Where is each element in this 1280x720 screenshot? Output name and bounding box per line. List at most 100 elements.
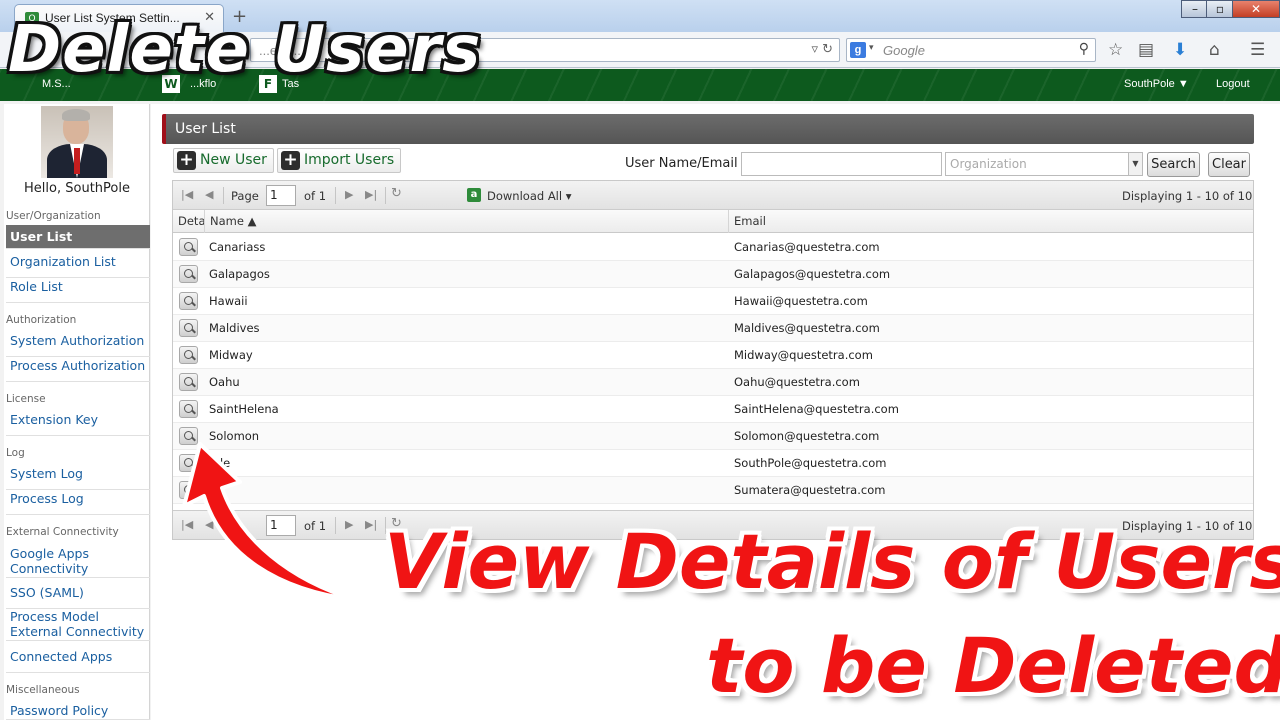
view-details-icon[interactable] xyxy=(179,292,198,310)
column-detail[interactable]: Deta xyxy=(173,210,205,233)
callout-arrow-icon xyxy=(182,442,358,602)
table-row[interactable]: Hawaii Hawaii@questetra.com xyxy=(173,288,1253,315)
sidebar-item-user-list[interactable]: User List xyxy=(6,225,150,249)
sidebar-item-connected-apps[interactable]: Connected Apps xyxy=(6,649,150,673)
section-log: Log xyxy=(6,447,25,459)
first-page-icon[interactable]: |◀ xyxy=(181,188,193,201)
search-bar[interactable]: g ▾ Google ⚲ xyxy=(846,38,1096,62)
logout-link[interactable]: Logout xyxy=(1216,78,1250,90)
user-menu[interactable]: SouthPole ▼ xyxy=(1124,78,1189,90)
section-authorization: Authorization xyxy=(6,314,77,326)
table-row[interactable]: Maldives Maldives@questetra.com xyxy=(173,315,1253,342)
grid-header: Deta Name ▲ Email xyxy=(173,210,1253,233)
page-label: Page xyxy=(231,189,259,203)
prev-page-icon[interactable]: ◀ xyxy=(205,188,213,201)
page-title: User List xyxy=(162,114,1254,144)
next-page-icon[interactable]: ▶ xyxy=(345,188,353,201)
download-icon[interactable]: ⬇ xyxy=(1173,40,1187,60)
page-input[interactable]: 1 xyxy=(266,185,296,206)
sidebar-item-role-list[interactable]: Role List xyxy=(6,279,150,303)
reload-icon[interactable]: ▿ ↻ xyxy=(811,42,833,57)
sidebar-item-sso-saml[interactable]: SSO (SAML) xyxy=(6,585,150,609)
section-external-connectivity: External Connectivity xyxy=(6,526,119,538)
view-details-icon[interactable] xyxy=(179,265,198,283)
sidebar-item-extension-key[interactable]: Extension Key xyxy=(6,412,150,436)
user-email: Canarias@questetra.com xyxy=(734,240,880,254)
chevron-down-icon[interactable]: ▼ xyxy=(1128,153,1142,175)
refresh-icon[interactable]: ↻ xyxy=(391,186,402,201)
sidebar-item-system-log[interactable]: System Log xyxy=(6,466,150,490)
user-name: SaintHelena xyxy=(209,402,279,416)
user-email: Galapagos@questetra.com xyxy=(734,267,891,281)
table-row[interactable]: Oahu Oahu@questetra.com xyxy=(173,369,1253,396)
filter-label: User Name/Email xyxy=(625,156,738,171)
organization-select[interactable]: Organization ▼ xyxy=(945,152,1143,176)
sidebar-item-process-authorization[interactable]: Process Authorization xyxy=(6,358,150,382)
import-users-button[interactable]: + Import Users xyxy=(277,148,402,173)
google-icon: g xyxy=(850,42,866,58)
column-email[interactable]: Email xyxy=(729,210,1253,233)
minimize-button[interactable]: – xyxy=(1181,0,1209,18)
view-details-icon[interactable] xyxy=(179,400,198,418)
new-user-label: New User xyxy=(200,152,267,168)
greeting: Hello, SouthPole xyxy=(24,181,130,196)
table-row[interactable]: SaintHelena SaintHelena@questetra.com xyxy=(173,396,1253,423)
table-row[interactable]: Midway Midway@questetra.com xyxy=(173,342,1253,369)
plus-icon: + xyxy=(281,151,300,170)
user-name: Midway xyxy=(209,348,253,362)
pager-top: |◀ ◀ Page 1 of 1 ▶ ▶| ↻ a Download All ▾… xyxy=(173,181,1253,210)
view-details-icon[interactable] xyxy=(179,346,198,364)
bookmark-star-icon[interactable]: ☆ xyxy=(1108,40,1123,60)
user-email: SaintHelena@questetra.com xyxy=(734,402,899,416)
user-email: Maldives@questetra.com xyxy=(734,321,880,335)
overlay-title: Delete Users xyxy=(8,13,482,87)
plus-icon: + xyxy=(177,151,196,170)
maximize-button[interactable]: ▫ xyxy=(1206,0,1234,18)
overlay-caption-line1: View Details of Users xyxy=(384,517,1280,606)
user-email: SouthPole@questetra.com xyxy=(734,456,887,470)
clear-button[interactable]: Clear xyxy=(1208,152,1250,177)
view-details-icon[interactable] xyxy=(179,319,198,337)
search-icon[interactable]: ⚲ xyxy=(1079,41,1089,57)
organization-placeholder: Organization xyxy=(950,157,1027,171)
download-all-button[interactable]: Download All ▾ xyxy=(487,189,572,203)
last-page-icon[interactable]: ▶| xyxy=(365,188,377,201)
user-name: Maldives xyxy=(209,321,260,335)
new-user-button[interactable]: + New User xyxy=(173,148,274,173)
table-row[interactable]: Galapagos Galapagos@questetra.com xyxy=(173,261,1253,288)
engine-dropdown-icon[interactable]: ▾ xyxy=(869,43,874,53)
sidebar-item-password-policy[interactable]: Password Policy xyxy=(6,703,150,720)
view-details-icon[interactable] xyxy=(179,373,198,391)
user-email: Sumatera@questetra.com xyxy=(734,483,886,497)
overlay-caption-line2: to be Deleted xyxy=(706,621,1280,710)
user-name: Canariass xyxy=(209,240,266,254)
user-email: Hawaii@questetra.com xyxy=(734,294,868,308)
search-placeholder: Google xyxy=(883,43,925,58)
sidebar-item-google-apps[interactable]: Google Apps Connectivity xyxy=(6,546,150,578)
sidebar: Hello, SouthPole User/Organization User … xyxy=(4,104,150,720)
section-license: License xyxy=(6,393,46,405)
column-name[interactable]: Name ▲ xyxy=(205,210,729,233)
user-name: Galapagos xyxy=(209,267,270,281)
sidebar-item-process-model-external[interactable]: Process Model External Connectivity xyxy=(6,609,150,641)
section-miscellaneous: Miscellaneous xyxy=(6,684,80,696)
search-button[interactable]: Search xyxy=(1147,152,1200,177)
view-details-icon[interactable] xyxy=(179,238,198,256)
download-all-icon: a xyxy=(467,188,481,202)
avatar xyxy=(41,106,113,178)
home-icon[interactable]: ⌂ xyxy=(1209,40,1220,60)
sidebar-item-organization-list[interactable]: Organization List xyxy=(6,254,150,278)
user-name: Oahu xyxy=(209,375,240,389)
import-users-label: Import Users xyxy=(304,152,395,168)
display-count: Displaying 1 - 10 of 10 xyxy=(1122,189,1253,203)
sidebar-item-process-log[interactable]: Process Log xyxy=(6,491,150,515)
user-name: Hawaii xyxy=(209,294,248,308)
sidebar-item-system-authorization[interactable]: System Authorization xyxy=(6,333,150,357)
menu-icon[interactable]: ☰ xyxy=(1250,40,1265,60)
user-email: Oahu@questetra.com xyxy=(734,375,860,389)
section-user-organization: User/Organization xyxy=(6,210,101,222)
bookmarks-list-icon[interactable]: ▤ xyxy=(1138,40,1154,60)
user-filter-input[interactable] xyxy=(741,152,942,176)
close-window-button[interactable]: ✕ xyxy=(1232,0,1280,18)
table-row[interactable]: Canariass Canarias@questetra.com xyxy=(173,234,1253,261)
